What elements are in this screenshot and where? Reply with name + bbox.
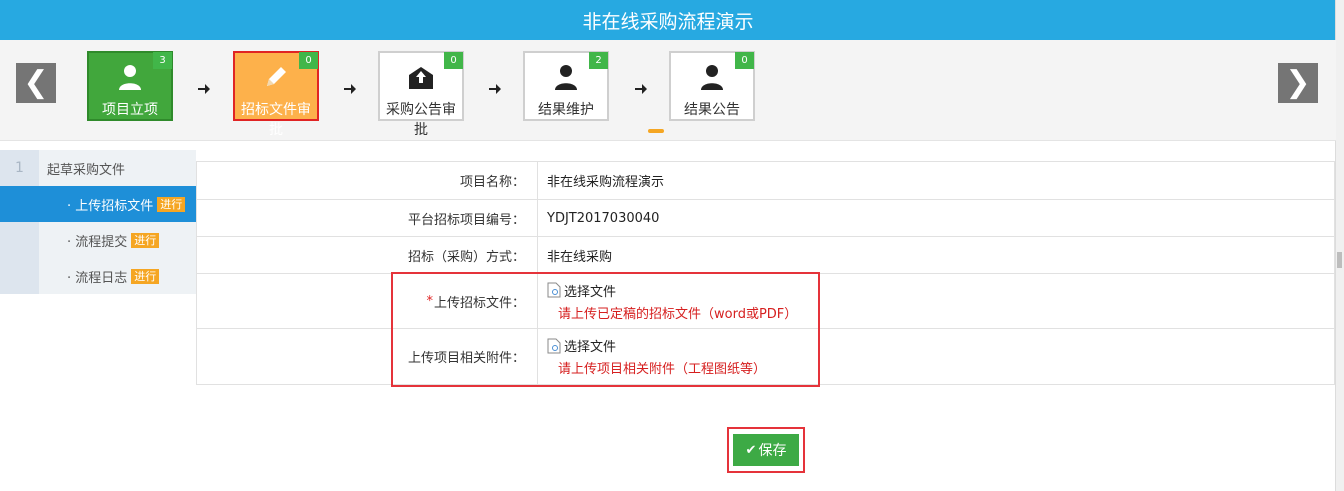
save-label: 保存 (758, 443, 787, 459)
form-row-procurement-method: 招标（采购）方式： 非在线采购 (196, 237, 1335, 274)
step-purchase-notice-approval[interactable]: 0 采购公告审批 (378, 51, 464, 138)
status-tag: 进行 (131, 232, 160, 248)
user-icon (671, 63, 753, 91)
check-icon: ✔ (745, 442, 757, 458)
step-label: 结果公告 (684, 102, 740, 118)
form-row-project-name: 项目名称： 非在线采购流程演示 (196, 162, 1335, 200)
step-scroll-indicator (648, 129, 664, 133)
sidebar-item-gutter (0, 222, 39, 258)
sidebar-item-gutter (0, 186, 39, 222)
step-result-maintenance[interactable]: 2 结果维护 (523, 51, 609, 121)
user-icon (89, 63, 171, 91)
scrollbar-thumb[interactable] (1337, 252, 1342, 268)
vertical-scrollbar[interactable] (1335, 0, 1344, 491)
status-tag: 进行 (157, 196, 186, 212)
step-label: 招标文件审批 (241, 102, 311, 138)
sidebar-section-header: 1 起草采购文件 (0, 150, 196, 186)
upload-highlight-frame (391, 272, 820, 387)
arrow-right-icon (198, 84, 210, 94)
user-icon (525, 63, 607, 91)
save-highlight-frame: ✔ 保存 (727, 427, 805, 473)
section-number: 1 (0, 150, 39, 186)
sidebar-item-label: · 流程提交 (67, 234, 128, 250)
arrow-right-icon (489, 84, 501, 94)
section-title: 起草采购文件 (39, 150, 196, 186)
sidebar-item-label: · 上传招标文件 (67, 198, 154, 214)
pencil-icon (235, 63, 317, 91)
step-label: 项目立项 (102, 102, 158, 118)
project-code-value: YDJT2017030040 (547, 210, 660, 226)
field-label: 平台招标项目编号： (197, 200, 538, 236)
step-project-setup[interactable]: 3 项目立项 (87, 51, 173, 121)
next-step-button[interactable]: ❯ (1278, 63, 1318, 103)
field-label: 项目名称： (197, 162, 538, 199)
sidebar-item-process-submit[interactable]: · 流程提交 进行 (0, 222, 196, 258)
status-tag: 进行 (131, 268, 160, 284)
step-label: 结果维护 (538, 102, 594, 118)
save-button[interactable]: ✔ 保存 (733, 434, 799, 466)
sidebar-item-label: · 流程日志 (67, 270, 128, 286)
envelope-upload-icon (380, 63, 462, 91)
prev-step-button[interactable]: ❮ (16, 63, 56, 103)
procurement-method-value: 非在线采购 (547, 249, 613, 265)
arrow-right-icon (344, 84, 356, 94)
step-label: 采购公告审批 (386, 102, 456, 138)
field-label: 招标（采购）方式： (197, 237, 538, 273)
sidebar-item-upload-tender-doc[interactable]: · 上传招标文件 进行 (0, 186, 196, 222)
arrow-right-icon (635, 84, 647, 94)
workflow-steps: ❮ 3 项目立项 0 招标文件审批 0 采购公告审批 2 结果维护 0 结果公告… (0, 40, 1336, 141)
sidebar: 1 起草采购文件 · 上传招标文件 进行 · 流程提交 进行 · 流程日志 进行 (0, 150, 196, 294)
app-title-bar: 非在线采购流程演示 (0, 0, 1336, 40)
sidebar-item-process-log[interactable]: · 流程日志 进行 (0, 258, 196, 294)
form-row-project-code: 平台招标项目编号： YDJT2017030040 (196, 200, 1335, 237)
project-name-value: 非在线采购流程演示 (547, 175, 665, 190)
sidebar-item-gutter (0, 258, 39, 294)
step-tender-doc-approval[interactable]: 0 招标文件审批 (233, 51, 319, 138)
app-title: 非在线采购流程演示 (582, 10, 754, 33)
step-result-announcement[interactable]: 0 结果公告 (669, 51, 755, 121)
